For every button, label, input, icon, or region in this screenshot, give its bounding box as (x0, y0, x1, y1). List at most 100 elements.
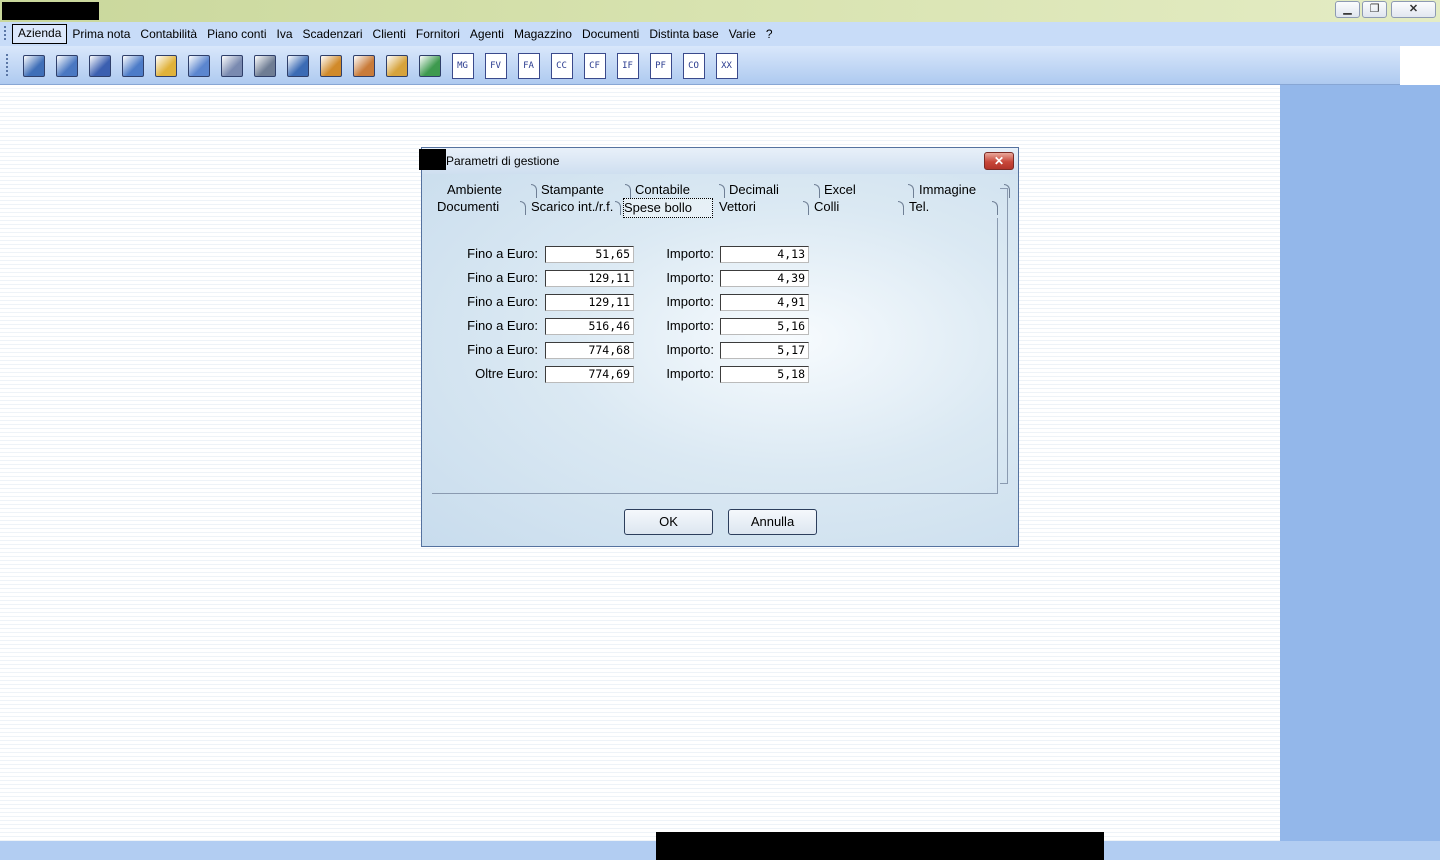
toolbar-grip-handle[interactable] (6, 54, 8, 78)
tab-immagine[interactable]: Immagine (919, 181, 976, 199)
address-book-icon (220, 55, 243, 77)
tab-divider (1004, 184, 1010, 198)
importo-field[interactable]: 4,39 (720, 270, 809, 287)
toolbar-button[interactable] (349, 52, 378, 80)
menu-item-varie[interactable]: Varie (724, 25, 761, 43)
exit-door-icon (22, 55, 45, 77)
tab-contabile[interactable]: Contabile (635, 181, 690, 199)
importo-field[interactable]: 4,91 (720, 294, 809, 311)
annulla-button[interactable]: Annulla (728, 509, 817, 535)
tab-stampante[interactable]: Stampante (541, 181, 604, 199)
toolbar-button[interactable] (217, 52, 246, 80)
menu-item-magazzino[interactable]: Magazzino (509, 25, 577, 43)
toolbar-buttons: MG FV FA CC CF IF PF CO XX (19, 52, 741, 80)
tab-scarico[interactable]: Scarico int./r.f. (531, 198, 613, 216)
menu-item-clienti[interactable]: Clienti (368, 25, 411, 43)
toolbar-button-co[interactable]: CO (679, 52, 708, 80)
restore-button[interactable]: ❐ (1362, 1, 1387, 18)
tab-documenti[interactable]: Documenti (437, 198, 499, 216)
tab-colli[interactable]: Colli (814, 198, 839, 216)
importo-field[interactable]: 5,17 (720, 342, 809, 359)
menu-item-scadenzari[interactable]: Scadenzari (298, 25, 368, 43)
toolbar-button[interactable] (415, 52, 444, 80)
fino-euro-field[interactable]: 51,65 (545, 246, 634, 263)
fino-euro-field[interactable]: 516,46 (545, 318, 634, 335)
doc-pf-icon: PF (649, 53, 672, 79)
importo-field[interactable]: 5,16 (720, 318, 809, 335)
importo-field[interactable]: 4,13 (720, 246, 809, 263)
menu-item-distinta-base[interactable]: Distinta base (644, 25, 723, 43)
tab-vettori[interactable]: Vettori (719, 198, 756, 216)
menu-item-documenti[interactable]: Documenti (577, 25, 644, 43)
fino-euro-field[interactable]: 129,11 (545, 270, 634, 287)
importo-label: Importo: (666, 246, 714, 261)
toolbar-button[interactable] (52, 52, 81, 80)
tab-divider (531, 184, 537, 198)
spreadsheet-icon (418, 55, 441, 77)
windows-icon (55, 55, 78, 77)
toolbar-button[interactable] (19, 52, 48, 80)
toolbar-button-cc[interactable]: CC (547, 52, 576, 80)
menu-items: Azienda Prima nota Contabilità Piano con… (12, 22, 778, 46)
window-title-redacted (2, 2, 99, 20)
fino-euro-label: Fino a Euro: (467, 294, 538, 309)
status-bar-redacted (656, 832, 1104, 860)
menu-item-help[interactable]: ? (761, 25, 778, 43)
tab-ambiente[interactable]: Ambiente (447, 181, 502, 199)
tab-panel-back-edge (1000, 188, 1008, 484)
tab-divider (814, 184, 820, 198)
tree-structure-icon (286, 55, 309, 77)
tab-tel[interactable]: Tel. (909, 198, 929, 216)
toolbar-button-if[interactable]: IF (613, 52, 642, 80)
toolbar-button[interactable] (118, 52, 147, 80)
toolbar-button[interactable] (184, 52, 213, 80)
menu-grip-handle[interactable] (4, 26, 6, 42)
toolbar: MG FV FA CC CF IF PF CO XX (0, 46, 1400, 85)
fino-euro-label: Fino a Euro: (467, 318, 538, 333)
menu-item-azienda[interactable]: Azienda (12, 24, 68, 44)
toolbar-button-cf[interactable]: CF (580, 52, 609, 80)
toolbar-button[interactable] (85, 52, 114, 80)
toolbar-button[interactable] (151, 52, 180, 80)
doc-mg-icon: MG (451, 53, 474, 79)
tab-divider (719, 184, 725, 198)
tab-excel[interactable]: Excel (824, 181, 856, 199)
importo-label: Importo: (666, 366, 714, 381)
tools-icon (253, 55, 276, 77)
tab-divider (898, 201, 904, 215)
toolbar-button-fv[interactable]: FV (481, 52, 510, 80)
fino-euro-field[interactable]: 774,68 (545, 342, 634, 359)
calendar-icon (187, 55, 210, 77)
doc-cf-icon: CF (583, 53, 606, 79)
menu-item-agenti[interactable]: Agenti (465, 25, 509, 43)
menu-item-piano-conti[interactable]: Piano conti (202, 25, 271, 43)
toolbar-button-xx[interactable]: XX (712, 52, 741, 80)
toolbar-button-mg[interactable]: MG (448, 52, 477, 80)
toolbar-button[interactable] (382, 52, 411, 80)
toolbar-button-fa[interactable]: FA (514, 52, 543, 80)
importo-field[interactable]: 5,18 (720, 366, 809, 383)
oltre-euro-field[interactable]: 774,69 (545, 366, 634, 383)
fino-euro-field[interactable]: 129,11 (545, 294, 634, 311)
tab-divider (615, 201, 621, 215)
dialog-close-button[interactable]: ✕ (984, 152, 1014, 170)
dialog-title-bar[interactable]: Parametri di gestione ✕ (419, 148, 1018, 174)
doc-co-icon: CO (682, 53, 705, 79)
toolbar-button[interactable] (283, 52, 312, 80)
menu-bar: Azienda Prima nota Contabilità Piano con… (0, 22, 1440, 46)
menu-item-contabilita[interactable]: Contabilità (135, 25, 202, 43)
menu-item-fornitori[interactable]: Fornitori (411, 25, 465, 43)
toolbar-button[interactable] (316, 52, 345, 80)
toolbar-button[interactable] (250, 52, 279, 80)
minimize-button[interactable]: ▁ (1335, 1, 1360, 18)
box-icon (385, 55, 408, 77)
importo-label: Importo: (666, 342, 714, 357)
toolbar-button-pf[interactable]: PF (646, 52, 675, 80)
tab-decimali[interactable]: Decimali (729, 181, 779, 199)
window-close-button[interactable]: ✕ (1391, 1, 1436, 18)
menu-item-iva[interactable]: Iva (271, 25, 297, 43)
card-file-icon (319, 55, 342, 77)
menu-item-prima-nota[interactable]: Prima nota (67, 25, 135, 43)
ok-button[interactable]: OK (624, 509, 713, 535)
tab-spese-bollo[interactable]: Spese bollo (623, 198, 713, 218)
